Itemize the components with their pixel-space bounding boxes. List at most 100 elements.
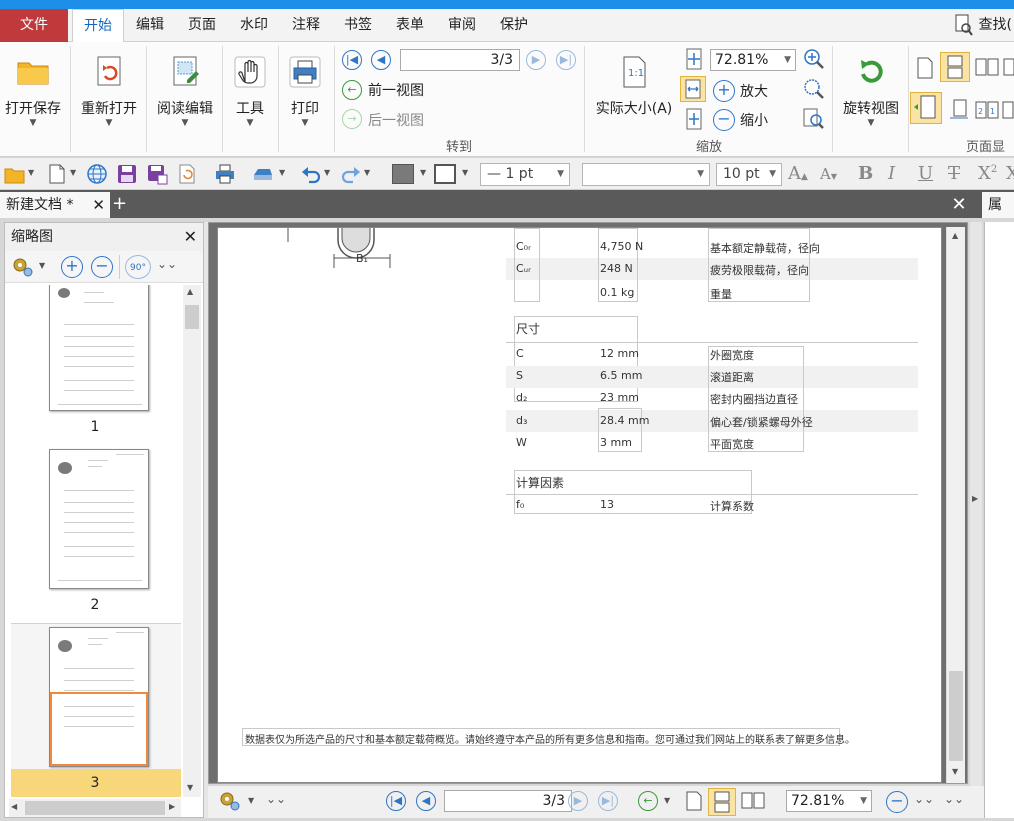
facing-continuous-icon[interactable]: [1002, 56, 1014, 80]
next-view-button[interactable]: 后一视图: [368, 110, 424, 130]
undo-icon[interactable]: [300, 163, 322, 185]
reopen-button[interactable]: 重新打开 ▼: [78, 46, 140, 134]
facing-page-icon[interactable]: [974, 56, 1000, 80]
close-icon[interactable]: ✕: [92, 192, 105, 218]
menu-page[interactable]: 页面: [180, 9, 224, 42]
single-page-icon[interactable]: [914, 56, 936, 80]
thumbnail-page-1[interactable]: [49, 285, 149, 411]
scroll-down-icon[interactable]: ▼: [187, 783, 193, 792]
scroll-right-icon[interactable]: ▶: [169, 802, 175, 811]
document-vertical-scrollbar[interactable]: ▲ ▼: [946, 227, 965, 783]
last-page-icon[interactable]: ▶|: [556, 50, 576, 70]
menu-start[interactable]: 开始: [72, 9, 124, 43]
split-view-icon[interactable]: [948, 98, 970, 122]
panel-splitter[interactable]: ▶: [970, 222, 982, 818]
globe-icon[interactable]: [86, 163, 108, 185]
next-page-icon[interactable]: ▶: [568, 791, 588, 811]
new-doc-icon[interactable]: [46, 163, 68, 185]
scroll-thumb[interactable]: [185, 305, 199, 329]
dropdown-arrow-icon[interactable]: ▼: [420, 168, 426, 177]
single-page-icon[interactable]: [684, 790, 704, 812]
dropdown-arrow-icon[interactable]: ▼: [279, 168, 285, 177]
dropdown-arrow-icon[interactable]: ▼: [70, 168, 76, 177]
menu-form[interactable]: 表单: [388, 9, 432, 42]
zoom-out-icon[interactable]: −: [886, 791, 908, 813]
zoom-select[interactable]: 72.81% ▼: [710, 49, 796, 71]
menu-watermark[interactable]: 水印: [232, 9, 276, 42]
menu-protect[interactable]: 保护: [492, 9, 536, 42]
menu-file[interactable]: 文件: [0, 9, 68, 42]
magnifier-dashed-icon[interactable]: [802, 78, 826, 100]
zoom-in-button[interactable]: 放大: [740, 81, 768, 101]
status-zoom-select[interactable]: 72.81% ▼: [786, 790, 872, 812]
more-chevron-icon[interactable]: ⌄⌄: [157, 257, 177, 271]
dropdown-arrow-icon[interactable]: ▼: [39, 261, 45, 270]
rotate-thumb-icon[interactable]: 90°: [125, 255, 151, 279]
cover-page-icon[interactable]: 21: [974, 98, 1000, 122]
subscript-icon[interactable]: X: [1006, 163, 1014, 184]
last-page-icon[interactable]: ▶|: [598, 791, 618, 811]
fit-width-toggle[interactable]: [680, 76, 706, 102]
collapse-arrow-icon[interactable]: ▶: [972, 494, 978, 503]
fit-visible-icon[interactable]: [684, 108, 704, 130]
magnifier-plus-icon[interactable]: [802, 48, 826, 70]
dropdown-arrow-icon[interactable]: ▼: [664, 796, 670, 805]
scroll-thumb[interactable]: [949, 671, 963, 761]
more-chevron-icon[interactable]: ⌄⌄: [944, 792, 964, 806]
dropdown-arrow-icon[interactable]: ▼: [28, 168, 34, 177]
search-button[interactable]: 查找(: [954, 9, 1014, 42]
thumbnail-horizontal-scrollbar[interactable]: ◀ ▶: [9, 799, 181, 817]
export-doc-icon[interactable]: [176, 163, 198, 185]
font-name-select[interactable]: ▼: [582, 163, 710, 186]
open-save-button[interactable]: 打开保存 ▼: [2, 46, 64, 134]
underline-icon[interactable]: U: [918, 163, 933, 184]
page-number-input[interactable]: 3/3: [400, 49, 520, 71]
facing-page-icon[interactable]: [740, 790, 766, 812]
scroll-up-icon[interactable]: ▲: [952, 231, 958, 240]
tools-button[interactable]: 工具 ▼: [226, 46, 274, 134]
stroke-color-swatch[interactable]: [434, 164, 456, 184]
save-as-icon[interactable]: [146, 163, 168, 185]
page-layout-toggle[interactable]: [910, 92, 942, 124]
reflow-icon[interactable]: [1002, 98, 1014, 122]
font-grow-icon[interactable]: A▲: [788, 163, 808, 184]
next-page-icon[interactable]: ▶: [526, 50, 546, 70]
viewport-indicator[interactable]: [50, 692, 148, 766]
superscript-icon[interactable]: X2: [978, 163, 997, 184]
scroll-thumb[interactable]: [25, 801, 165, 815]
thumb-zoom-in-icon[interactable]: +: [61, 256, 83, 278]
dropdown-arrow-icon[interactable]: ▼: [324, 168, 330, 177]
strikethrough-icon[interactable]: T: [948, 163, 960, 184]
font-shrink-icon[interactable]: A▼: [820, 165, 837, 183]
save-icon[interactable]: [116, 163, 138, 185]
thumbnail-page-2[interactable]: [49, 449, 149, 589]
settings-gears-icon[interactable]: [218, 790, 242, 812]
new-tab-icon[interactable]: +: [112, 194, 127, 214]
properties-tab[interactable]: 属性: [982, 192, 1014, 239]
read-edit-button[interactable]: 阅读编辑 ▼: [154, 46, 216, 134]
dropdown-arrow-icon[interactable]: ▼: [364, 168, 370, 177]
thumbnail-page-3[interactable]: [49, 627, 149, 767]
zoom-out-button[interactable]: 缩小: [740, 110, 768, 130]
scroll-left-icon[interactable]: ◀: [11, 802, 17, 811]
quick-print-icon[interactable]: [214, 163, 236, 185]
document-tab[interactable]: 新建文档 * ✕: [0, 192, 110, 218]
magnifier-page-icon[interactable]: [802, 108, 826, 130]
print-button[interactable]: 打印 ▼: [280, 46, 330, 134]
thumbnail-vertical-scrollbar[interactable]: ▲ ▼: [183, 285, 201, 797]
gears-icon[interactable]: [11, 256, 35, 278]
more-chevron-icon[interactable]: ⌄⌄: [914, 792, 934, 806]
open-folder-icon[interactable]: [4, 163, 26, 185]
status-page-input[interactable]: 3/3: [444, 790, 572, 812]
scroll-up-icon[interactable]: ▲: [187, 287, 193, 296]
actual-size-button[interactable]: 1:1 实际大小(A): [592, 46, 676, 134]
italic-icon[interactable]: I: [888, 163, 895, 184]
back-arrow-icon[interactable]: ←: [638, 791, 658, 811]
zoom-in-icon[interactable]: +: [713, 80, 735, 102]
more-chevron-icon[interactable]: ⌄⌄: [266, 792, 286, 806]
first-page-icon[interactable]: |◀: [342, 50, 362, 70]
close-icon[interactable]: ✕: [184, 223, 197, 251]
menu-comment[interactable]: 注释: [284, 9, 328, 42]
fit-page-icon[interactable]: [684, 48, 704, 70]
rotate-view-button[interactable]: 旋转视图 ▼: [838, 46, 904, 134]
